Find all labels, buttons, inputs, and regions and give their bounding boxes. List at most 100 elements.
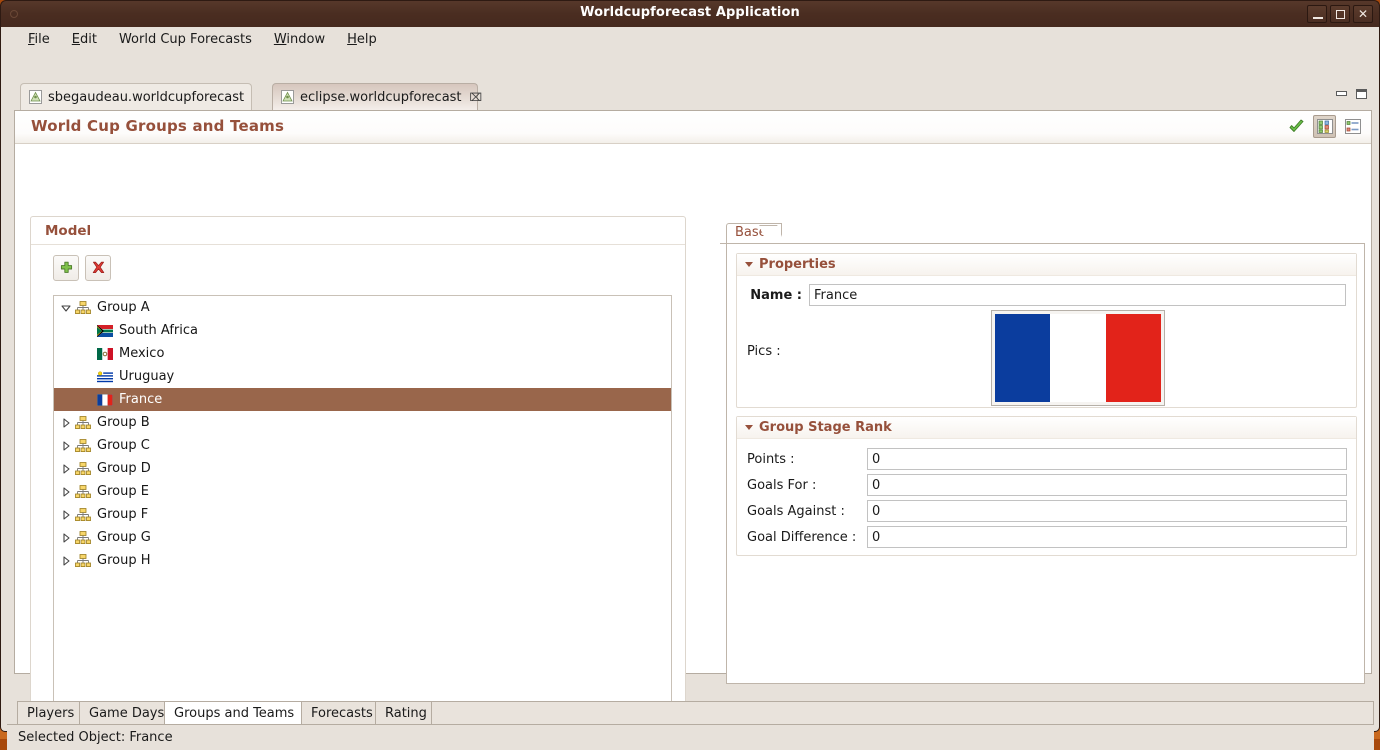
field-name-label: Name : [750,287,802,303]
tab-game-days[interactable]: Game Days [79,701,165,724]
menu-help[interactable]: Help [336,29,388,50]
pic-preview[interactable] [991,310,1165,406]
editor-tab-sbegaudeau[interactable]: sbegaudeau.worldcupforecast [20,83,252,110]
tree-row-label: Group F [97,507,149,522]
section-properties-header[interactable]: Properties [737,254,1356,276]
collapse-arrow-icon[interactable] [58,300,74,316]
tree-row-label: Mexico [119,346,165,361]
tab-label: Forecasts [311,705,373,721]
tree-row-group-g[interactable]: Group G [54,526,671,549]
tree-row-label: Group H [97,553,151,568]
flag-mexico-icon [96,346,114,362]
menu-window[interactable]: Window [263,29,336,50]
list-view-button[interactable] [1341,115,1364,138]
section-group-stage-rank: Group Stage Rank Points : 0 Goals For : … [736,416,1357,556]
tree-row-label: Group C [97,438,150,453]
field-goal-difference-row: Goal Difference : 0 [737,524,1356,550]
goals-against-input[interactable]: 0 [867,500,1347,522]
chevron-down-icon[interactable] [745,262,753,267]
group-icon [74,530,92,546]
close-button[interactable] [1353,5,1373,23]
tree-row-label: South Africa [119,323,198,338]
field-points-row: Points : 0 [737,446,1356,472]
model-tree[interactable]: Group A South Africa Mexico Uruguay Fran… [53,295,672,733]
tree-row-group-d[interactable]: Group D [54,457,671,480]
expand-arrow-icon[interactable] [58,461,74,477]
validate-button[interactable] [1285,115,1308,138]
tab-groups-and-teams[interactable]: Groups and Teams [164,701,302,724]
status-text: Selected Object: France [18,730,173,745]
tree-row-south-africa[interactable]: South Africa [54,319,671,342]
tree-row-label: Group A [97,300,150,315]
editor-tab-eclipse[interactable]: eclipse.worldcupforecast ⌧ [272,83,482,110]
tree-row-group-h[interactable]: Group H [54,549,671,572]
minimize-view-icon[interactable] [1335,88,1348,104]
maximize-button[interactable] [1330,5,1350,23]
menu-edit[interactable]: Edit [61,29,108,50]
tab-base[interactable]: Base [726,223,785,244]
page-title: World Cup Groups and Teams [31,117,285,135]
tab-forecasts[interactable]: Forecasts [301,701,376,724]
window-controls [1307,5,1373,23]
tab-players[interactable]: Players [17,701,80,724]
editor-tab-row: sbegaudeau.worldcupforecast eclipse.worl… [14,83,1372,111]
tree-row-group-c[interactable]: Group C [54,434,671,457]
tab-rating[interactable]: Rating [375,701,432,724]
tab-label: Game Days [89,705,165,721]
field-goals-against-row: Goals Against : 0 [737,498,1356,524]
delete-button[interactable] [85,255,111,281]
flag-blue-stripe [995,314,1051,402]
expand-arrow-icon[interactable] [58,507,74,523]
tree-row-label: Uruguay [119,369,175,384]
form-body: World Cup Groups and Teams Model Group A… [14,111,1372,733]
expand-arrow-icon[interactable] [58,530,74,546]
menu-world-cup-forecasts[interactable]: World Cup Forecasts [108,29,263,50]
tree-row-group-f[interactable]: Group F [54,503,671,526]
tab-label: Groups and Teams [174,705,295,721]
field-goal-difference-label: Goal Difference : [747,529,857,545]
tree-view-icon [1316,119,1333,134]
section-properties: Properties Name : France Pics : [736,253,1357,408]
group-icon [74,438,92,454]
maximize-view-icon[interactable] [1355,88,1368,104]
tree-row-france[interactable]: France [54,388,671,411]
expand-arrow-icon[interactable] [58,438,74,454]
tree-row-label: Group G [97,530,151,545]
section-rank-content: Points : 0 Goals For : 0 Goals Against :… [737,439,1356,550]
chevron-down-icon[interactable] [745,425,753,430]
model-group-divider [31,244,685,245]
properties-panel: Base Properties Name: France Pics: Gro… [720,223,1365,706]
menu-file[interactable]: File [17,29,61,50]
tree-view-button[interactable] [1313,115,1336,138]
tab-corner [758,225,785,244]
group-icon [74,553,92,569]
tree-row-group-e[interactable]: Group E [54,480,671,503]
group-icon [74,461,92,477]
goals-for-input[interactable]: 0 [867,474,1347,496]
tree-row-label: Group B [97,415,150,430]
window-title: Worldcupforecast Application [580,5,800,20]
expand-arrow-icon[interactable] [58,415,74,431]
section-rank-header[interactable]: Group Stage Rank [737,417,1356,439]
model-file-icon [29,90,42,104]
tree-row-uruguay[interactable]: Uruguay [54,365,671,388]
name-input[interactable]: France [809,284,1346,306]
flag-south-africa-icon [96,323,114,339]
plus-icon [60,261,72,273]
editor-tab-close-icon[interactable]: ⌧ [470,91,483,104]
tree-row-mexico[interactable]: Mexico [54,342,671,365]
expand-arrow-icon[interactable] [58,484,74,500]
status-bar: Selected Object: France [7,725,1374,750]
tree-row-group-b[interactable]: Group B [54,411,671,434]
properties-tab-row: Base [720,223,1365,244]
flag-uruguay-icon [96,369,114,385]
add-button[interactable] [53,255,79,281]
tree-row-group-a[interactable]: Group A [54,296,671,319]
goal-difference-input[interactable]: 0 [867,526,1347,548]
expand-arrow-icon[interactable] [58,553,74,569]
france-flag-image [995,314,1161,402]
model-file-icon [281,90,294,104]
points-input[interactable]: 0 [867,448,1347,470]
minimize-button[interactable] [1307,5,1327,23]
tree-row-label: Group D [97,461,151,476]
